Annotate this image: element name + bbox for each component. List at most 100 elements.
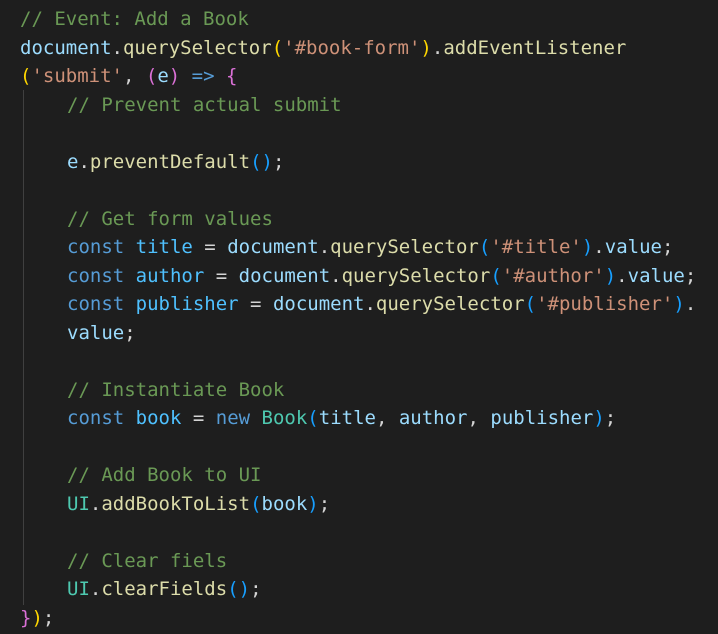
code-line[interactable]: value; <box>0 319 718 348</box>
code-token: , <box>467 407 491 429</box>
code-token: '#author' <box>501 264 605 287</box>
code-token: . <box>89 578 102 600</box>
code-line[interactable] <box>0 176 718 205</box>
code-token: { <box>226 65 238 87</box>
code-token: value <box>604 236 662 258</box>
code-token: new <box>215 407 251 429</box>
code-line[interactable]: const book = new Book(title, author, pub… <box>0 404 718 433</box>
code-token: ( <box>271 36 284 59</box>
code-token: publisher <box>135 293 239 315</box>
code-token: document <box>20 36 112 59</box>
code-token: ( <box>20 65 32 87</box>
code-line[interactable]: const title = document.querySelector('#t… <box>0 233 718 262</box>
code-line[interactable]: const publisher = document.querySelector… <box>0 290 718 319</box>
code-token: UI <box>67 492 90 515</box>
code-token: ; <box>124 321 136 344</box>
code-token: publisher <box>490 407 594 429</box>
code-token: ) <box>420 36 432 59</box>
code-token: = <box>238 293 273 315</box>
code-token: querySelector <box>330 236 479 258</box>
code-token: ( <box>524 293 537 315</box>
code-token: 'submit' <box>31 65 123 87</box>
code-token: author <box>135 264 205 287</box>
code-token: const <box>67 264 125 287</box>
code-token: // Clear fiels <box>67 549 228 572</box>
code-token: querySelector <box>341 264 491 287</box>
code-token: . <box>684 293 697 315</box>
code-token: book <box>135 407 182 429</box>
code-line[interactable]: // Event: Add a Book <box>0 5 718 34</box>
code-token: e <box>157 65 169 87</box>
code-token: . <box>616 264 628 287</box>
code-token: addEventListener <box>443 36 627 59</box>
code-line[interactable]: ('submit', (e) => { <box>0 62 718 91</box>
code-token: ( <box>145 65 158 87</box>
code-token: document <box>272 293 365 315</box>
code-token: addBookToList <box>101 492 251 515</box>
code-editor[interactable]: // Event: Add a Book document.querySelect… <box>0 0 718 634</box>
code-token: const <box>67 293 125 315</box>
code-line[interactable]: }); <box>0 604 718 633</box>
code-token: ( <box>307 407 319 429</box>
code-token: UI <box>67 578 90 600</box>
code-line[interactable] <box>0 433 718 462</box>
code-line[interactable]: // Prevent actual submit <box>0 91 718 120</box>
code-token: ; <box>42 606 55 629</box>
code-token: author <box>398 407 468 429</box>
code-line[interactable]: UI.clearFields(); <box>0 575 718 604</box>
code-token: . <box>318 236 331 258</box>
code-token: '#book-form' <box>283 36 421 59</box>
code-token: ) <box>581 236 594 258</box>
code-token: // Instantiate Book <box>67 378 285 401</box>
code-line[interactable]: const author = document.querySelector('#… <box>0 262 718 291</box>
code-token: // Add Book to UI <box>67 464 262 486</box>
code-token: } <box>20 606 32 629</box>
code-line[interactable] <box>0 518 718 547</box>
code-token: const <box>67 407 125 429</box>
code-token: e <box>67 150 79 173</box>
code-line[interactable]: e.preventDefault(); <box>0 148 718 177</box>
code-token: , <box>375 407 399 429</box>
code-token: ) <box>604 264 617 287</box>
code-line[interactable]: document.querySelector('#book-form').add… <box>0 34 718 63</box>
code-line[interactable]: UI.addBookToList(book); <box>0 490 718 519</box>
code-line[interactable] <box>0 119 718 148</box>
code-token: ) <box>31 606 43 629</box>
code-token: '#title' <box>490 236 582 258</box>
code-token: () <box>250 150 273 173</box>
code-token: // Prevent actual submit <box>67 93 342 116</box>
code-token: book <box>261 492 308 515</box>
code-token: . <box>593 236 605 258</box>
code-token: ) <box>593 407 605 429</box>
code-line[interactable]: // Instantiate Book <box>0 376 718 405</box>
code-line[interactable]: // Add Book to UI <box>0 461 718 490</box>
code-token: = <box>192 236 228 258</box>
code-lines: // Event: Add a Book document.querySelect… <box>0 5 718 632</box>
code-token: title <box>135 236 193 258</box>
code-token: title <box>318 407 376 429</box>
code-token: ( <box>478 236 491 258</box>
code-token: . <box>364 293 376 315</box>
code-line[interactable]: // Clear fiels <box>0 547 718 576</box>
code-line[interactable] <box>0 347 718 376</box>
code-line[interactable]: // Get form values <box>0 205 718 234</box>
code-token: . <box>111 36 123 59</box>
code-token: => <box>191 65 215 87</box>
code-token: document <box>227 236 319 258</box>
code-token: querySelector <box>122 36 272 59</box>
code-token: = <box>181 407 216 429</box>
code-token: ) <box>307 492 319 515</box>
